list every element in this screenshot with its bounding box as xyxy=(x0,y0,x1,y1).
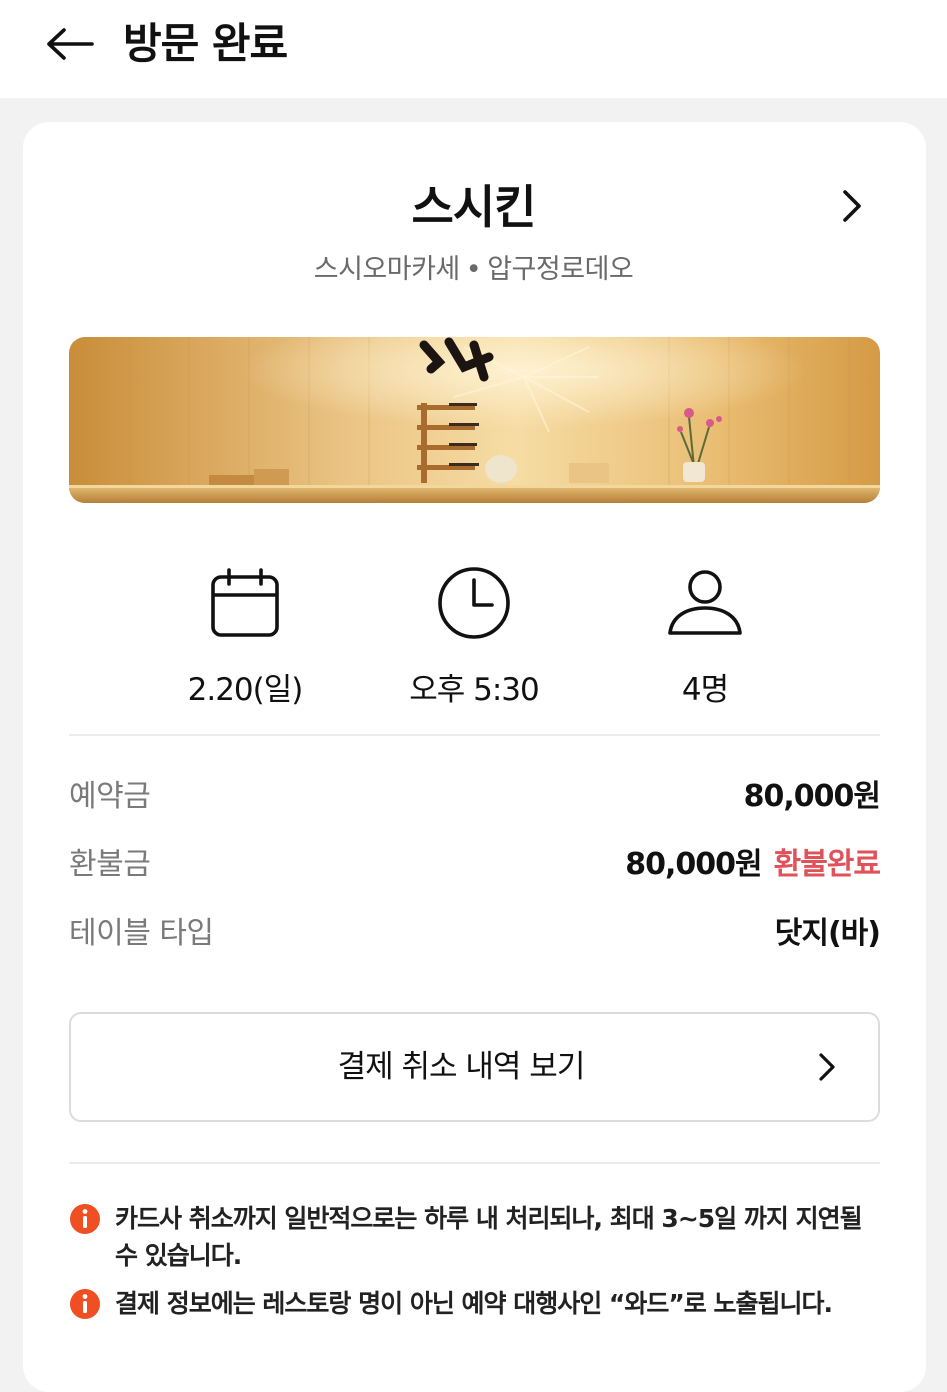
restaurant-photo xyxy=(69,337,880,503)
back-button[interactable] xyxy=(40,20,100,68)
reservation-date: 2.20(일) xyxy=(130,562,360,711)
info-icon xyxy=(70,1289,100,1319)
deposit-value: 80,000원 xyxy=(743,779,881,814)
separator-dot: • xyxy=(465,254,482,285)
restaurant-location: 압구정로데오 xyxy=(487,254,634,285)
notice-text: 카드사 취소까지 일반적으로는 하루 내 처리되나, 최대 3~5일 까지 지연… xyxy=(115,1204,863,1270)
chevron-right-icon xyxy=(819,1053,835,1081)
refund-value: 80,000원 xyxy=(625,847,762,882)
restaurant-name[interactable]: 스시킨 xyxy=(0,172,947,242)
person-icon xyxy=(668,570,742,635)
table-type-label: 테이블 타입 xyxy=(69,916,214,951)
restaurant-category: 스시오마카세 xyxy=(313,254,461,285)
refund-label: 환불금 xyxy=(69,847,151,882)
deposit-label: 예약금 xyxy=(69,779,151,814)
time-text: 오후 5:30 xyxy=(409,672,540,708)
notice-text: 결제 정보에는 레스토랑 명이 아닌 예약 대행사인 “와드”로 노출됩니다. xyxy=(115,1289,833,1318)
restaurant-subtitle: 스시오마카세 • 압구정로데오 xyxy=(0,251,947,289)
refund-status-badge: 환불완료 xyxy=(773,847,881,882)
payment-cancel-history-button[interactable]: 결제 취소 내역 보기 xyxy=(69,1012,880,1122)
restaurant-detail-button[interactable] xyxy=(826,180,878,232)
date-text: 2.20(일) xyxy=(187,672,304,708)
reservation-time: 오후 5:30 xyxy=(359,562,589,711)
page-title: 방문 완료 xyxy=(123,19,288,68)
divider xyxy=(69,1162,880,1164)
chevron-right-icon xyxy=(843,190,861,222)
notice-item: 카드사 취소까지 일반적으로는 하루 내 처리되나, 최대 3~5일 까지 지연… xyxy=(69,1200,884,1274)
notice-item: 결제 정보에는 레스토랑 명이 아닌 예약 대행사인 “와드”로 노출됩니다. xyxy=(69,1285,884,1322)
info-icon xyxy=(70,1204,100,1234)
party-size-text: 4명 xyxy=(681,672,729,708)
party-size: 4명 xyxy=(590,562,820,711)
refund-value-group: 80,000원 환불완료 xyxy=(625,845,881,885)
arrow-left-icon xyxy=(47,28,94,60)
calendar-icon xyxy=(211,568,279,637)
clock-icon xyxy=(438,567,510,639)
divider xyxy=(69,734,880,736)
table-type-value: 닷지(바) xyxy=(774,916,881,951)
top-app-bar: 방문 완료 xyxy=(0,0,947,98)
payment-cancel-history-label: 결제 취소 내역 보기 xyxy=(337,1049,586,1085)
